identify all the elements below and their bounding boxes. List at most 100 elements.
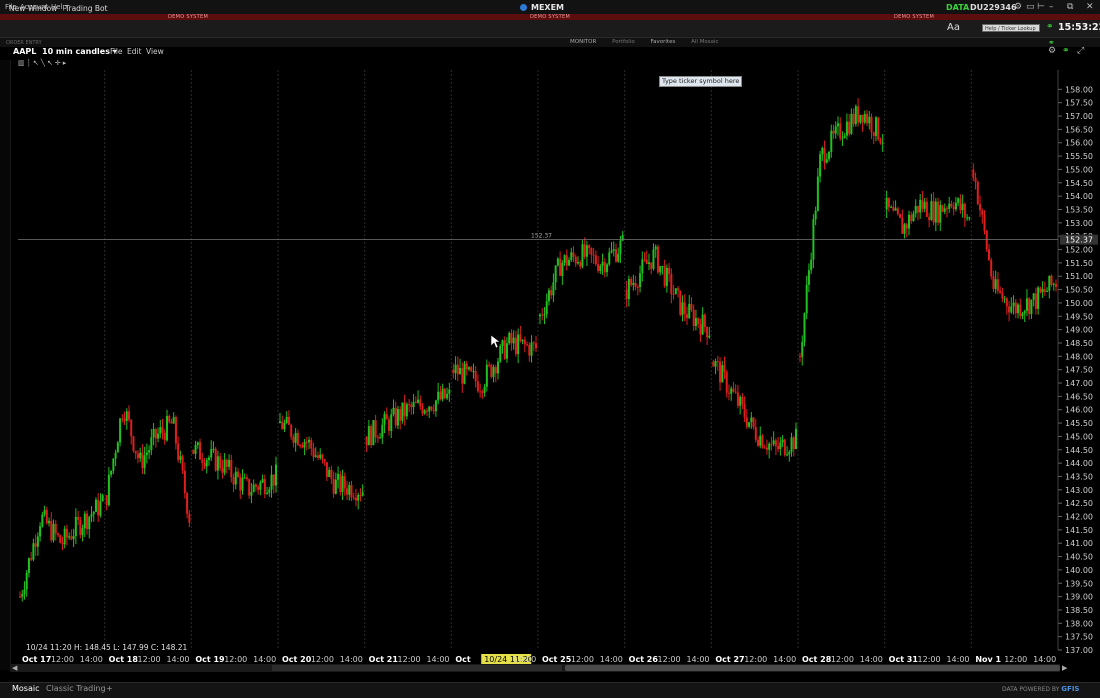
candle-body <box>599 265 602 271</box>
candle-body <box>285 416 288 423</box>
tab-monitor[interactable]: MONITOR <box>570 39 596 45</box>
window-tabs: MONITOR Portfolio Favorites All Mosaic <box>570 39 719 45</box>
chart-drawing-tools: ▥┆↖╲↖✛▸ <box>18 59 68 67</box>
tab-portfolio[interactable]: Portfolio <box>612 39 635 45</box>
chart-menu-view[interactable]: View <box>146 47 164 56</box>
x-tick-label: 12:00 <box>1004 655 1027 664</box>
candle-body <box>268 489 271 493</box>
candle-body <box>852 113 855 125</box>
candle-body <box>770 443 773 445</box>
x-tick-label: 12:00 <box>744 655 767 664</box>
y-tick-label: 157.50 <box>1065 99 1093 108</box>
candle-body <box>367 426 370 446</box>
more-tools-icon[interactable]: ▸ <box>63 59 69 67</box>
candle-body <box>410 404 413 408</box>
candle-body <box>892 206 895 211</box>
candle-body <box>1030 299 1033 315</box>
candle-body <box>1001 292 1004 299</box>
interval-selector[interactable]: 10 min candles ▾ <box>42 47 117 56</box>
candle-body <box>659 266 662 273</box>
chart-settings-icon[interactable]: ⚙ <box>1048 46 1056 56</box>
y-tick-label: 137.00 <box>1065 646 1093 655</box>
candle-body <box>768 443 771 450</box>
candle-body <box>916 205 919 213</box>
gear-icon[interactable]: ⚙ <box>1014 2 1022 12</box>
candle-body <box>521 339 524 342</box>
tab-classic-trading[interactable]: Classic Trading <box>46 684 106 693</box>
candle-body <box>303 441 306 448</box>
candle-body <box>119 418 122 443</box>
pointer-icon[interactable]: ↖ <box>33 59 41 67</box>
candle-body <box>196 442 199 446</box>
restore-icon[interactable]: ⧉ <box>1067 2 1073 12</box>
candle-body <box>1019 304 1022 316</box>
scroll-right-icon[interactable]: ▶ <box>1062 664 1067 672</box>
symbol-selector[interactable]: AAPL <box>13 47 36 56</box>
bar-chart-icon[interactable]: ▥ <box>18 59 27 67</box>
tab-all-mosaic[interactable]: All Mosaic <box>691 39 718 45</box>
candle-body <box>807 270 810 285</box>
candle-body <box>165 415 168 441</box>
candle-body <box>479 391 482 393</box>
arrow-icon[interactable]: ↖ <box>47 59 55 67</box>
candle-body <box>337 473 340 480</box>
candle-body <box>283 422 286 430</box>
candle-body <box>656 246 659 273</box>
candle-body <box>576 262 579 264</box>
tab-favorites[interactable]: Favorites <box>650 39 675 45</box>
candle-body <box>456 364 459 375</box>
candle-body <box>985 230 988 250</box>
candle-body <box>716 361 719 363</box>
candle-body <box>305 441 308 443</box>
trading-bot-button[interactable]: Trading Bot <box>65 4 108 13</box>
font-size-button[interactable]: Aa <box>947 22 960 33</box>
candle-body <box>252 484 255 493</box>
candle-body <box>467 367 470 370</box>
candle-body <box>670 273 673 295</box>
candle-body <box>570 252 573 260</box>
crosshair-value-label: 152.37 <box>531 233 552 240</box>
link-icon[interactable]: ⚭ <box>1046 22 1054 32</box>
candle-body <box>1028 298 1031 315</box>
minimize-icon[interactable]: ▭ <box>1026 2 1035 12</box>
candle-body <box>765 447 768 450</box>
scrollbar-thumb[interactable] <box>565 665 1060 671</box>
candle-body <box>452 369 455 374</box>
tab-mosaic[interactable]: Mosaic <box>12 684 40 693</box>
ticker-lookup-input[interactable]: Help / Ticker Lookup <box>982 24 1040 32</box>
new-window-button[interactable]: New Window <box>9 4 57 13</box>
crosshair-icon[interactable]: ✛ <box>55 59 63 67</box>
x-tick-label: 14:00 <box>600 655 623 664</box>
candle-body <box>665 267 668 286</box>
candle-body <box>241 477 244 491</box>
expand-icon[interactable]: ⤢ <box>1077 46 1084 56</box>
scroll-left-icon[interactable]: ◀ <box>12 664 17 672</box>
candle-body <box>207 457 210 460</box>
chart-menu-edit[interactable]: Edit <box>127 47 142 56</box>
chart-menu-file[interactable]: File <box>110 47 123 56</box>
candle-body <box>77 516 80 520</box>
candle-body <box>325 462 328 477</box>
x-tick-label: 14:00 <box>426 655 449 664</box>
candle-body <box>661 266 664 268</box>
add-tab-button[interactable]: + <box>106 684 113 693</box>
y-tick-label: 149.50 <box>1065 312 1093 321</box>
candle-body <box>950 203 953 207</box>
candle-body <box>987 249 990 260</box>
pin-icon[interactable]: ⊢ <box>1037 2 1045 12</box>
candle-body <box>1032 293 1035 300</box>
candle-body <box>266 492 269 494</box>
candle-body <box>392 407 395 415</box>
main-toolbar <box>0 20 1100 38</box>
candle-body <box>648 262 651 265</box>
candle-body <box>134 450 137 454</box>
price-chart[interactable]: 137.00 137.50 138.00 138.50 139.00 139.50 140.… <box>10 70 1100 670</box>
candle-body <box>545 301 548 315</box>
x-tick-label: 14:00 <box>80 655 103 664</box>
candle-body <box>401 402 404 421</box>
candle-body <box>963 203 966 218</box>
chart-link-icon[interactable]: ⚭ <box>1062 46 1070 56</box>
minimize-window-icon[interactable]: – <box>1049 2 1054 12</box>
candle-body <box>446 393 449 399</box>
close-icon[interactable]: ✕ <box>1086 2 1094 12</box>
